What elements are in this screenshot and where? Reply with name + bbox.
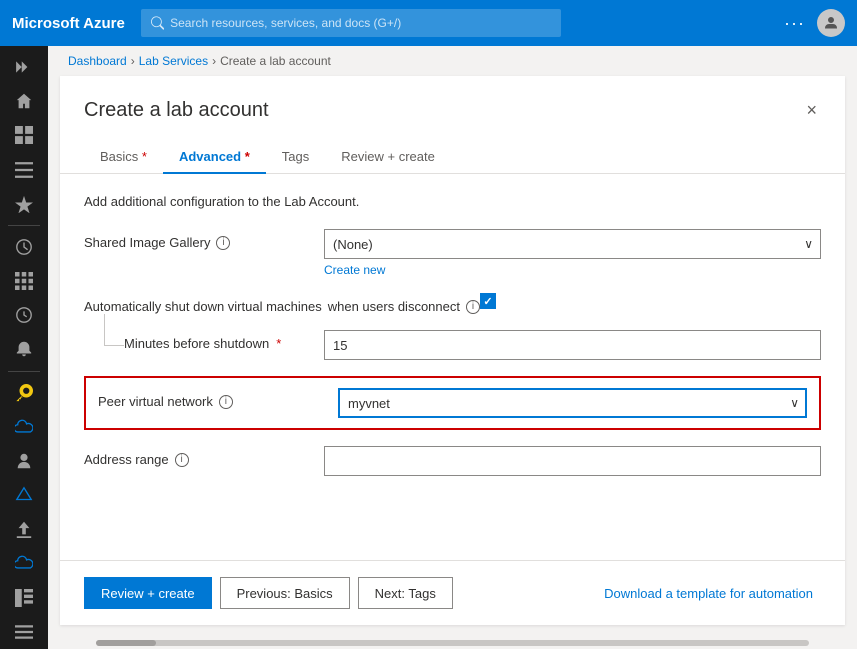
sidebar-divider-2 (8, 371, 40, 372)
search-icon (151, 16, 164, 30)
top-bar-right: ··· (784, 9, 845, 37)
sidebar-item-upload[interactable] (0, 512, 48, 546)
create-new-link[interactable]: Create new (324, 263, 821, 277)
auto-shutdown-checkbox[interactable] (480, 293, 496, 309)
sidebar-item-recent[interactable] (0, 230, 48, 264)
sidebar-item-bell[interactable] (0, 332, 48, 366)
breadcrumb-dashboard[interactable]: Dashboard (68, 54, 127, 68)
address-range-row: Address range i (84, 446, 821, 476)
peer-vnet-select[interactable]: myvnet (338, 388, 807, 418)
sidebar-item-key[interactable] (0, 375, 48, 409)
peer-vnet-select-wrapper: myvnet ∨ (338, 388, 807, 418)
auto-shutdown-info-icon[interactable]: i (466, 300, 480, 314)
sidebar-item-apps[interactable] (0, 264, 48, 298)
panel-title: Create a lab account (84, 99, 269, 122)
form-description: Add additional configuration to the Lab … (84, 194, 821, 209)
sidebar-divider (8, 225, 40, 226)
address-range-label: Address range i (84, 446, 324, 467)
azure-logo: Microsoft Azure (12, 15, 125, 32)
breadcrumb-sep-2: › (212, 54, 216, 68)
panel-footer: Review + create Previous: Basics Next: T… (60, 560, 845, 625)
indent-line-v (104, 314, 105, 345)
sidebar-item-cloud2[interactable] (0, 546, 48, 580)
more-options-icon[interactable]: ··· (784, 13, 805, 34)
sidebar-item-clock[interactable] (0, 298, 48, 332)
minutes-shutdown-control (324, 330, 821, 360)
main-layout: Dashboard › Lab Services › Create a lab … (0, 46, 857, 649)
close-button[interactable]: × (802, 96, 821, 125)
panel: Create a lab account × Basics * Advanced… (60, 76, 845, 625)
breadcrumb-current: Create a lab account (220, 54, 331, 68)
address-range-input[interactable] (324, 446, 821, 476)
shared-image-gallery-label: Shared Image Gallery i (84, 229, 324, 250)
review-create-button[interactable]: Review + create (84, 577, 212, 609)
sidebar-expand[interactable] (0, 50, 48, 84)
sidebar-item-grid[interactable] (0, 581, 48, 615)
indent-line-h (104, 345, 124, 346)
content-area: Dashboard › Lab Services › Create a lab … (48, 46, 857, 649)
auto-shutdown-control (480, 293, 821, 309)
peer-virtual-network-label: Peer virtual network i (98, 388, 338, 409)
download-template-link[interactable]: Download a template for automation (596, 580, 821, 607)
address-range-control (324, 446, 821, 476)
required-star: * (276, 336, 281, 351)
auto-shutdown-row: Automatically shut down virtual machines… (84, 293, 821, 314)
avatar[interactable] (817, 9, 845, 37)
sidebar-item-favorites[interactable] (0, 187, 48, 221)
minutes-shutdown-input[interactable] (324, 330, 821, 360)
sidebar-item-dashboard[interactable] (0, 118, 48, 152)
auto-shutdown-checkbox-wrapper (480, 293, 821, 309)
sidebar-item-list[interactable] (0, 153, 48, 187)
breadcrumb-sep-1: › (131, 54, 135, 68)
shared-image-gallery-control: (None) ∨ Create new (324, 229, 821, 277)
peer-vnet-info-icon[interactable]: i (219, 395, 233, 409)
shared-image-gallery-row: Shared Image Gallery i (None) ∨ Create n… (84, 229, 821, 277)
tab-basics[interactable]: Basics * (84, 141, 163, 174)
address-range-info-icon[interactable]: i (175, 453, 189, 467)
scroll-track (96, 640, 809, 646)
search-bar[interactable] (141, 9, 561, 37)
sidebar-item-list2[interactable] (0, 615, 48, 649)
tab-review-create[interactable]: Review + create (325, 141, 451, 174)
shared-image-gallery-info-icon[interactable]: i (216, 236, 230, 250)
minutes-shutdown-label: Minutes before shutdown * (124, 330, 324, 351)
breadcrumb-lab-services[interactable]: Lab Services (139, 54, 208, 68)
panel-header: Create a lab account × (60, 76, 845, 125)
sidebar-item-person[interactable] (0, 444, 48, 478)
tab-advanced[interactable]: Advanced * (163, 141, 266, 174)
sidebar-item-cloud[interactable] (0, 410, 48, 444)
peer-virtual-network-highlighted: Peer virtual network i myvnet ∨ (84, 376, 821, 430)
sidebar (0, 46, 48, 649)
peer-virtual-network-control: myvnet ∨ (338, 388, 807, 418)
sidebar-item-azure[interactable] (0, 478, 48, 512)
top-bar: Microsoft Azure ··· (0, 0, 857, 46)
minutes-shutdown-row: Minutes before shutdown * (84, 330, 821, 360)
next-button[interactable]: Next: Tags (358, 577, 453, 609)
breadcrumb: Dashboard › Lab Services › Create a lab … (48, 46, 857, 76)
sidebar-item-home[interactable] (0, 84, 48, 118)
form-content: Add additional configuration to the Lab … (60, 174, 845, 560)
tabs: Basics * Advanced * Tags Review + create (60, 141, 845, 174)
auto-shutdown-label: Automatically shut down virtual machines… (84, 293, 480, 314)
peer-virtual-network-row: Peer virtual network i myvnet ∨ (98, 388, 807, 418)
search-input[interactable] (170, 16, 551, 30)
tab-tags[interactable]: Tags (266, 141, 325, 174)
shared-image-gallery-select-wrapper: (None) ∨ (324, 229, 821, 259)
scroll-bar-container (48, 637, 857, 649)
shared-image-gallery-select[interactable]: (None) (324, 229, 821, 259)
previous-button[interactable]: Previous: Basics (220, 577, 350, 609)
scroll-thumb[interactable] (96, 640, 156, 646)
